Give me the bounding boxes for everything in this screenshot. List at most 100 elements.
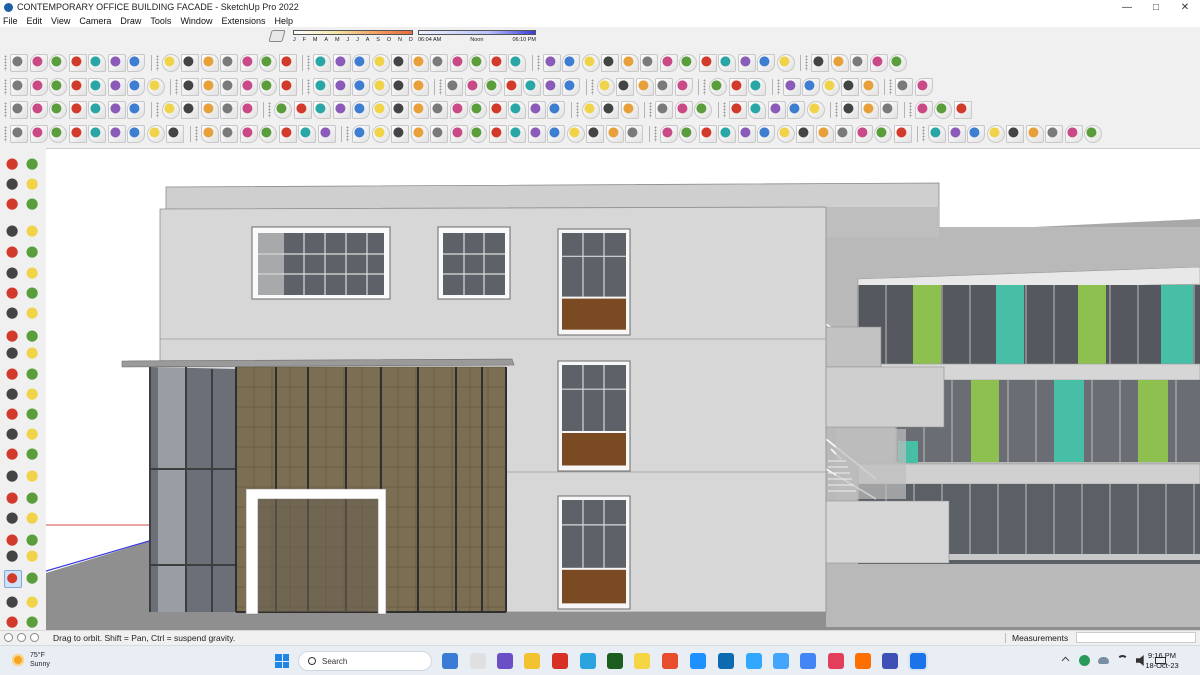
extension-tool-icon[interactable]: [298, 125, 316, 143]
toolbar-grip[interactable]: [268, 102, 271, 118]
standard-tool-icon[interactable]: [352, 54, 370, 72]
edit-tool-icon[interactable]: [709, 78, 727, 96]
edit-tool-icon[interactable]: [655, 78, 673, 96]
edit-tool-icon[interactable]: [200, 78, 219, 96]
telegram-icon[interactable]: [580, 653, 596, 669]
draw-tool-icon[interactable]: [787, 101, 805, 119]
standard-tool-icon[interactable]: [391, 54, 409, 72]
menu-help[interactable]: Help: [274, 16, 293, 26]
menu-file[interactable]: File: [3, 16, 18, 26]
pinterest-icon[interactable]: [828, 653, 844, 669]
sticky-notes-icon[interactable]: [634, 653, 650, 669]
edit-tool-icon[interactable]: [523, 78, 541, 96]
standard-tool-icon[interactable]: [88, 54, 106, 72]
extension-tool-icon[interactable]: [1006, 125, 1024, 143]
standard-tool-icon[interactable]: [488, 54, 507, 72]
standard-tool-icon[interactable]: [718, 54, 736, 72]
menu-window[interactable]: Window: [180, 16, 212, 26]
toolbar-grip[interactable]: [4, 102, 7, 118]
tray-app-icon[interactable]: [1079, 655, 1090, 666]
edit-tool-icon[interactable]: [860, 78, 879, 96]
git-icon[interactable]: [662, 653, 678, 669]
draw-tool-icon[interactable]: [488, 101, 507, 119]
onedrive-icon[interactable]: [1098, 657, 1109, 664]
extension-tool-icon[interactable]: [967, 125, 985, 143]
scale-tool-icon[interactable]: [4, 490, 22, 508]
extension-tool-icon[interactable]: [527, 125, 546, 143]
draw-tool-icon[interactable]: [767, 101, 786, 119]
extension-tool-icon[interactable]: [488, 125, 507, 143]
toolbar-grip[interactable]: [649, 102, 652, 118]
toolbar-grip[interactable]: [889, 79, 892, 95]
follow-me-tool-icon[interactable]: [24, 426, 42, 444]
shadows-toggle-icon[interactable]: [268, 30, 286, 42]
standard-tool-icon[interactable]: [200, 54, 219, 72]
draw-tool-icon[interactable]: [352, 101, 370, 119]
standard-tool-icon[interactable]: [220, 54, 238, 72]
draw-tool-icon[interactable]: [914, 101, 933, 119]
edit-tool-icon[interactable]: [259, 78, 277, 96]
draw-tool-icon[interactable]: [391, 101, 409, 119]
toolbar-grip[interactable]: [653, 126, 657, 142]
standard-tool-icon[interactable]: [830, 54, 849, 72]
edit-tool-icon[interactable]: [127, 78, 145, 96]
edit-tool-icon[interactable]: [146, 78, 165, 96]
edit-tool-icon[interactable]: [391, 78, 409, 96]
standard-tool-icon[interactable]: [410, 54, 429, 72]
extension-tool-icon[interactable]: [625, 125, 643, 143]
draw-tool-icon[interactable]: [655, 101, 673, 119]
draw-tool-icon[interactable]: [181, 101, 199, 119]
orbit-tool-icon[interactable]: [4, 570, 22, 588]
draw-tool-icon[interactable]: [674, 101, 693, 119]
paint-tool-icon[interactable]: [24, 196, 42, 214]
draw-tool-icon[interactable]: [601, 101, 619, 119]
standard-tool-icon[interactable]: [181, 54, 199, 72]
edit-tool-icon[interactable]: [464, 78, 483, 96]
edit-tool-icon[interactable]: [914, 78, 933, 96]
standard-tool-icon[interactable]: [889, 54, 907, 72]
standard-tool-icon[interactable]: [620, 54, 639, 72]
toolbar-grip[interactable]: [307, 55, 310, 71]
extension-tool-icon[interactable]: [391, 125, 409, 143]
draw-tool-icon[interactable]: [88, 101, 106, 119]
edit-tool-icon[interactable]: [220, 78, 238, 96]
geo-location-icon[interactable]: [4, 633, 13, 642]
extension-tool-icon[interactable]: [835, 125, 853, 143]
draw-tool-icon[interactable]: [953, 101, 972, 119]
draw-tool-icon[interactable]: [371, 101, 390, 119]
standard-tool-icon[interactable]: [698, 54, 717, 72]
draw-tool-icon[interactable]: [313, 101, 331, 119]
draw-tool-icon[interactable]: [49, 101, 67, 119]
toolbar-grip[interactable]: [922, 126, 925, 142]
standard-tool-icon[interactable]: [776, 54, 795, 72]
chrome-icon[interactable]: [800, 653, 816, 669]
freehand-tool-icon[interactable]: [4, 265, 22, 283]
extension-tool-icon[interactable]: [854, 125, 873, 143]
store-icon[interactable]: [690, 653, 706, 669]
standard-tool-icon[interactable]: [68, 54, 87, 72]
pan-tool-icon[interactable]: [4, 594, 22, 612]
extension-tool-icon[interactable]: [874, 125, 892, 143]
line-tool-icon[interactable]: [4, 244, 22, 262]
extension-tool-icon[interactable]: [449, 125, 468, 143]
extension-tool-icon[interactable]: [586, 125, 604, 143]
wifi-icon[interactable]: [1117, 655, 1128, 666]
standard-tool-icon[interactable]: [332, 54, 351, 72]
edit-tool-icon[interactable]: [503, 78, 522, 96]
standard-tool-icon[interactable]: [640, 54, 658, 72]
toolbar-grip[interactable]: [536, 55, 540, 71]
rectangle-tool-icon[interactable]: [4, 285, 22, 303]
push-pull-tool-icon[interactable]: [4, 406, 22, 424]
standard-tool-icon[interactable]: [679, 54, 697, 72]
standard-tool-icon[interactable]: [278, 54, 297, 72]
extension-tool-icon[interactable]: [10, 125, 28, 143]
standard-tool-icon[interactable]: [10, 54, 28, 72]
edit-tool-icon[interactable]: [782, 78, 801, 96]
extension-tool-icon[interactable]: [815, 125, 834, 143]
standard-tool-icon[interactable]: [107, 54, 126, 72]
measurements-input[interactable]: [1076, 632, 1197, 643]
extension-tool-icon[interactable]: [239, 125, 258, 143]
extension-tool-icon[interactable]: [371, 125, 390, 143]
extension-tool-icon[interactable]: [508, 125, 526, 143]
menu-draw[interactable]: Draw: [120, 16, 141, 26]
